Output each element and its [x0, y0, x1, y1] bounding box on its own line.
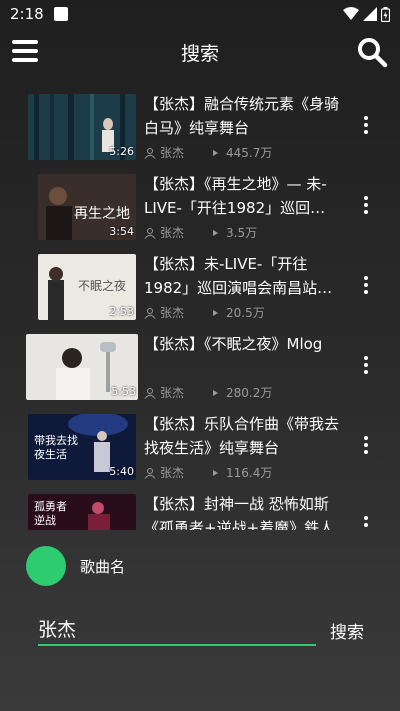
more-options-icon[interactable] — [360, 276, 372, 300]
person-icon — [144, 227, 156, 239]
person-icon — [144, 467, 156, 479]
svg-text:带我去找: 带我去找 — [34, 433, 78, 447]
svg-text:不眠之夜: 不眠之夜 — [78, 278, 126, 293]
status-time: 2:18 — [10, 5, 44, 23]
svg-text:逆战: 逆战 — [34, 513, 56, 527]
list-item[interactable]: 带我去找 夜生活 5:40 【张杰】乐队合作曲《带我去找夜生活》纯享舞台 张杰 … — [0, 408, 400, 488]
video-meta: 张杰 20.5万 — [144, 304, 265, 321]
video-duration: 5:26 — [109, 145, 134, 158]
person-icon — [144, 307, 156, 319]
search-button[interactable]: 搜索 — [330, 618, 364, 643]
play-count-icon — [213, 389, 218, 396]
list-item[interactable]: 再生之地 3:54 【张杰】《再生之地》— 未-LIVE-「开往1982」巡回演… — [0, 168, 400, 248]
video-artist: 张杰 — [160, 226, 185, 240]
list-item[interactable]: 不眠之夜 2:53 【张杰】未-LIVE-「开往1982」巡回演唱会南昌站… 张… — [0, 248, 400, 328]
play-count-icon — [213, 469, 218, 476]
video-duration: 2:53 — [109, 305, 134, 318]
video-meta: 张杰 116.4万 — [144, 464, 272, 481]
more-options-icon[interactable] — [360, 116, 372, 140]
battery-icon — [381, 6, 390, 22]
search-row: 搜索 — [0, 604, 400, 650]
play-count-icon — [213, 229, 218, 236]
more-options-icon[interactable] — [360, 436, 372, 460]
now-playing-bar[interactable]: 歌曲名 — [0, 540, 400, 590]
search-icon[interactable] — [356, 36, 388, 68]
video-thumbnail: 5:53 — [26, 334, 138, 400]
more-options-icon[interactable] — [360, 356, 372, 380]
more-options-icon[interactable] — [360, 196, 372, 220]
video-play-count: 445.7万 — [226, 146, 273, 160]
video-play-count: 116.4万 — [226, 466, 273, 480]
signal-icon — [363, 7, 377, 21]
video-thumbnail: 再生之地 3:54 — [38, 174, 136, 240]
list-item[interactable]: 5:53 【张杰】《不眠之夜》Mlog 张杰 280.2万 — [0, 328, 400, 408]
video-duration: 5:40 — [109, 465, 134, 478]
svg-text:夜生活: 夜生活 — [34, 447, 67, 461]
status-icons — [343, 6, 390, 22]
video-thumbnail: 不眠之夜 2:53 — [38, 254, 136, 320]
app-bar: 搜索 — [0, 28, 400, 76]
video-meta: 张杰 445.7万 — [144, 144, 272, 161]
notification-icon — [53, 7, 68, 21]
video-meta: 张杰 3.5万 — [144, 224, 257, 241]
video-thumbnail: 带我去找 夜生活 5:40 — [28, 414, 136, 480]
video-title: 【张杰】融合传统元素《身骑白马》纯享舞台 — [144, 95, 340, 137]
person-icon — [144, 387, 156, 399]
video-play-count: 20.5万 — [226, 306, 265, 320]
more-options-icon[interactable] — [360, 516, 372, 530]
video-artist: 张杰 — [160, 386, 185, 400]
video-title: 【张杰】封神一战 恐怖如斯《孤勇者+逆战+着魔》鉄人 — [144, 495, 335, 530]
video-title: 【张杰】未-LIVE-「开往1982」巡回演唱会南昌站… — [144, 255, 333, 297]
video-artist: 张杰 — [160, 146, 185, 160]
video-play-count: 280.2万 — [226, 386, 273, 400]
svg-text:再生之地: 再生之地 — [74, 206, 130, 222]
list-item[interactable]: 孤勇者 逆战 【张杰】封神一战 恐怖如斯《孤勇者+逆战+着魔》鉄人 — [0, 488, 400, 530]
video-duration: 5:53 — [111, 385, 136, 398]
video-thumbnail: 5:26 — [28, 94, 136, 160]
page-title: 搜索 — [180, 42, 219, 65]
song-name: 歌曲名 — [80, 558, 126, 576]
wifi-icon — [343, 7, 359, 20]
video-play-count: 3.5万 — [226, 226, 258, 240]
video-title: 【张杰】《不眠之夜》Mlog — [144, 335, 323, 353]
video-meta: 张杰 280.2万 — [144, 384, 272, 401]
svg-text:孤勇者: 孤勇者 — [34, 500, 67, 513]
play-count-icon — [213, 149, 218, 156]
list-item[interactable]: 5:26 【张杰】融合传统元素《身骑白马》纯享舞台 张杰 445.7万 — [0, 88, 400, 168]
video-artist: 张杰 — [160, 306, 185, 320]
video-duration: 3:54 — [109, 225, 134, 238]
video-title: 【张杰】乐队合作曲《带我去找夜生活》纯享舞台 — [144, 415, 340, 457]
album-cover[interactable] — [26, 546, 66, 586]
play-count-icon — [213, 309, 218, 316]
search-input[interactable] — [38, 612, 316, 646]
video-thumbnail: 孤勇者 逆战 — [28, 494, 136, 530]
video-result-list: 5:26 【张杰】融合传统元素《身骑白马》纯享舞台 张杰 445.7万 再生之地… — [0, 88, 400, 530]
person-icon — [144, 147, 156, 159]
video-title: 【张杰】《再生之地》— 未-LIVE-「开往1982」巡回演… — [144, 175, 327, 217]
video-artist: 张杰 — [160, 466, 185, 480]
menu-icon[interactable] — [12, 40, 38, 64]
status-bar: 2:18 — [0, 0, 400, 28]
